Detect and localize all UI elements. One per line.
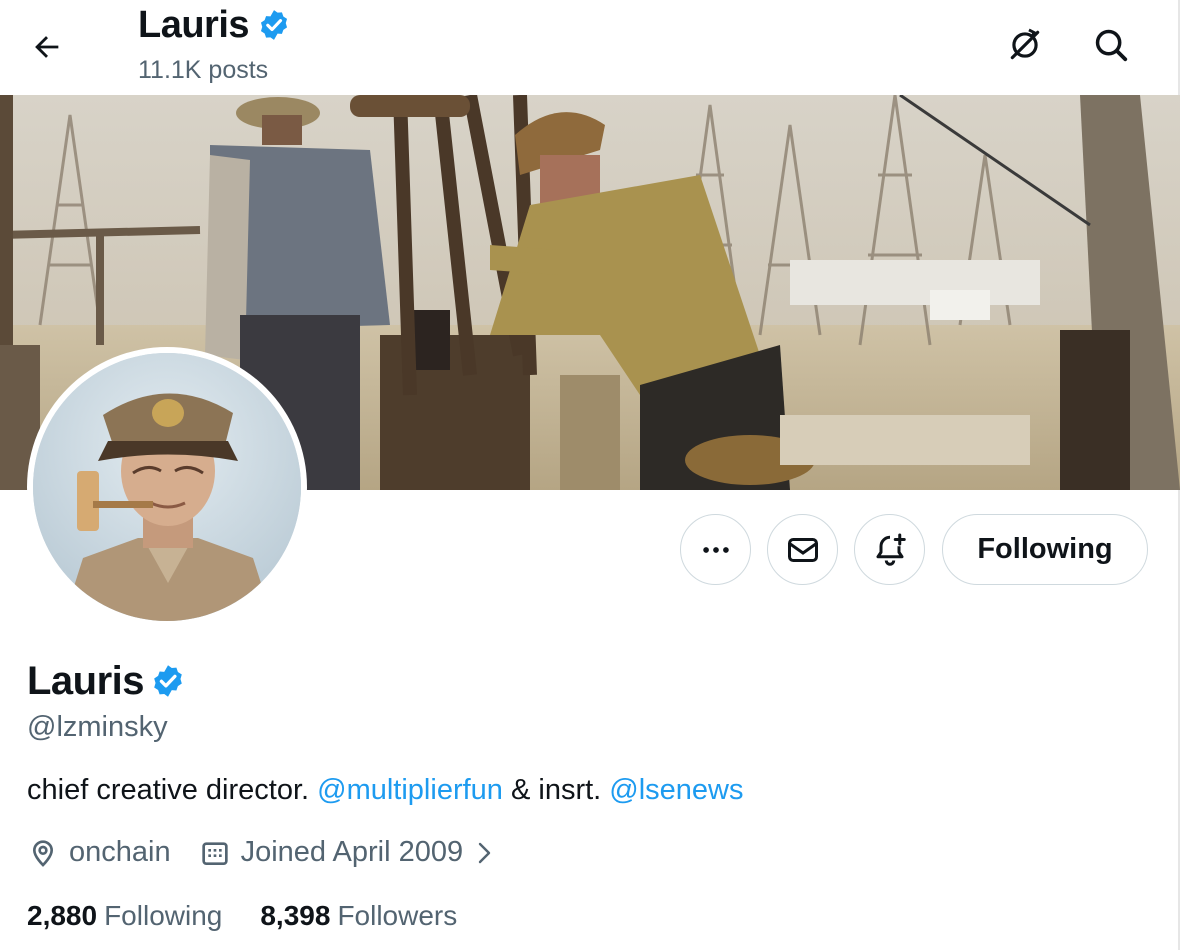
following-count-link[interactable]: 2,880 Following bbox=[27, 900, 222, 932]
following-button[interactable]: Following bbox=[942, 514, 1148, 585]
search-button[interactable] bbox=[1086, 20, 1136, 70]
bio-mention-lsenews[interactable]: @lsenews bbox=[609, 774, 743, 806]
joined-text: Joined April 2009 bbox=[240, 836, 464, 868]
envelope-icon bbox=[787, 537, 818, 562]
back-button[interactable] bbox=[22, 22, 72, 72]
header-name: Lauris bbox=[138, 4, 250, 46]
more-options-button[interactable] bbox=[680, 514, 751, 585]
chevron-right-icon bbox=[473, 838, 507, 868]
following-count: 2,880 bbox=[27, 900, 98, 931]
followers-count-link[interactable]: 8,398 Followers bbox=[260, 900, 457, 932]
profile-meta: onchain Joined April 2009 bbox=[27, 836, 507, 869]
profile-bio: chief creative director. @multiplierfun … bbox=[27, 774, 744, 807]
bell-plus-icon bbox=[876, 533, 906, 566]
avatar-image bbox=[33, 353, 301, 621]
arrow-left-icon bbox=[35, 36, 59, 58]
location-pin-icon bbox=[32, 839, 54, 867]
bio-mention-multiplierfun[interactable]: @multiplierfun bbox=[317, 774, 503, 806]
header-posts-count: 11.1K posts bbox=[138, 56, 269, 84]
sync-button[interactable] bbox=[1000, 20, 1050, 70]
profile-stats: 2,880 Following 8,398 Followers bbox=[27, 900, 457, 932]
top-bar: Lauris 11.1K posts bbox=[0, 0, 1180, 95]
profile-name-row: Lauris bbox=[27, 656, 186, 706]
notifications-button[interactable] bbox=[854, 514, 925, 585]
profile-avatar[interactable] bbox=[27, 347, 307, 627]
header-title: Lauris bbox=[138, 2, 291, 48]
followers-count: 8,398 bbox=[260, 900, 331, 931]
location-item: onchain bbox=[27, 836, 171, 869]
followers-label: Followers bbox=[337, 900, 458, 931]
location-text: onchain bbox=[69, 836, 171, 868]
search-icon bbox=[1095, 29, 1128, 62]
verified-badge-icon[interactable] bbox=[150, 663, 186, 699]
verified-badge-icon bbox=[261, 10, 288, 40]
joined-item[interactable]: Joined April 2009 bbox=[199, 836, 508, 869]
profile-handle: @lzminsky bbox=[27, 711, 168, 743]
bio-text: chief creative director. bbox=[27, 774, 318, 806]
bio-text: & insrt. bbox=[502, 774, 610, 806]
profile-name: Lauris bbox=[27, 659, 145, 703]
calendar-icon bbox=[201, 841, 228, 865]
message-button[interactable] bbox=[767, 514, 838, 585]
following-label: Following bbox=[104, 900, 223, 931]
more-dots-icon bbox=[702, 546, 729, 553]
sync-slash-icon bbox=[1010, 28, 1040, 60]
